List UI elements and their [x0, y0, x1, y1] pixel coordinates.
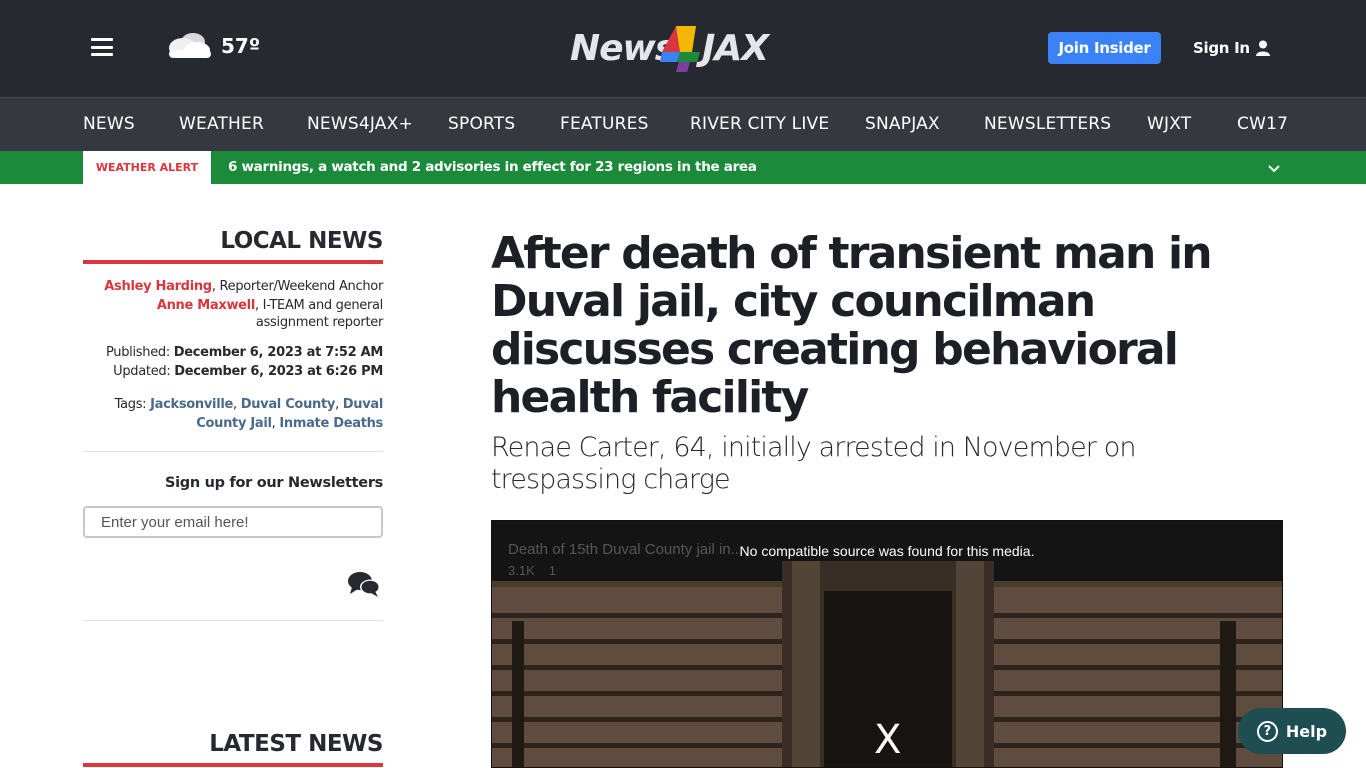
author-role: , I-TEAM and general assignment reporter: [255, 298, 383, 330]
nav-weather[interactable]: WEATHER: [179, 114, 264, 134]
sign-in-link[interactable]: Sign In: [1193, 36, 1270, 60]
section-title[interactable]: LOCAL NEWS: [83, 228, 384, 264]
nav-sports[interactable]: SPORTS: [448, 114, 515, 134]
weather-temperature: 57º: [221, 34, 261, 58]
byline-author: Anne Maxwell, I-TEAM and general assignm…: [83, 297, 383, 331]
comments-icon[interactable]: [347, 570, 381, 598]
newsletter-email-input[interactable]: [83, 506, 383, 538]
byline-author: Ashley Harding, Reporter/Weekend Anchor: [83, 278, 383, 295]
video-error-message: No compatible source was found for this …: [739, 543, 1035, 559]
help-button[interactable]: ? Help: [1238, 708, 1346, 754]
updated-date: December 6, 2023 at 6:26 PM: [174, 364, 383, 379]
latest-news-title[interactable]: LATEST NEWS: [83, 731, 384, 767]
weather-alert-tag: WEATHER ALERT: [83, 151, 211, 184]
cloudy-icon: [169, 33, 211, 58]
video-views: 3.1K: [508, 563, 535, 578]
svg-text:JAX: JAX: [696, 28, 771, 69]
author-link[interactable]: Ashley Harding: [104, 279, 212, 294]
nav-newsletters[interactable]: NEWSLETTERS: [984, 114, 1111, 134]
weather-alert-text[interactable]: 6 warnings, a watch and 2 advisories in …: [228, 159, 757, 175]
nav-cw17[interactable]: CW17: [1237, 114, 1288, 134]
weather-alert-bar[interactable]: WEATHER ALERT 6 warnings, a watch and 2 …: [0, 151, 1366, 184]
latest-news-section: LATEST NEWS: [83, 731, 384, 767]
article-dates: Published: December 6, 2023 at 7:52 AM U…: [83, 343, 383, 381]
published-date: December 6, 2023 at 7:52 AM: [173, 345, 384, 360]
article-header: After death of transient man in Duval ja…: [491, 230, 1283, 496]
news4jax-logo[interactable]: News JAX: [570, 22, 796, 74]
nav-river-city-live[interactable]: RIVER CITY LIVE: [690, 114, 829, 134]
svg-text:News: News: [570, 28, 676, 69]
newsletter-title: Sign up for our Newsletters: [164, 475, 383, 491]
join-insider-button[interactable]: Join Insider: [1048, 32, 1161, 64]
main-navigation: NEWS WEATHER NEWS4JAX+ SPORTS FEATURES R…: [0, 97, 1366, 151]
nav-features[interactable]: FEATURES: [560, 114, 649, 134]
menu-icon[interactable]: [91, 38, 113, 56]
chevron-down-icon[interactable]: [1266, 160, 1282, 176]
tags-label: Tags:: [114, 397, 151, 412]
site-header: 57º News JAX Join Insider Sign In: [0, 0, 1366, 97]
question-icon: ?: [1256, 720, 1278, 742]
sidebar-divider: [83, 620, 383, 621]
video-close-button[interactable]: X: [874, 717, 901, 763]
nav-wjxt[interactable]: WJXT: [1147, 114, 1191, 134]
article-subheadline: Renae Carter, 64, initially arrested in …: [491, 432, 1136, 495]
article-tags: Tags: Jacksonville, Duval County, Duval …: [83, 395, 383, 452]
tag-link[interactable]: Duval County: [241, 397, 336, 412]
article-headline: After death of transient man in Duval ja…: [491, 228, 1213, 423]
nav-news[interactable]: NEWS: [83, 114, 135, 134]
user-icon: [1255, 40, 1270, 56]
article-sidebar: LOCAL NEWS Ashley Harding, Reporter/Week…: [83, 228, 384, 621]
author-link[interactable]: Anne Maxwell: [157, 298, 255, 313]
weather-widget[interactable]: 57º: [163, 26, 260, 66]
tag-link[interactable]: Inmate Deaths: [279, 416, 383, 431]
author-role: , Reporter/Weekend Anchor: [211, 279, 383, 294]
video-likes: 1: [548, 563, 556, 578]
nav-snapjax[interactable]: SNAPJAX: [865, 114, 940, 134]
nav-news4jax-plus[interactable]: NEWS4JAX+: [307, 114, 413, 134]
published-label: Published:: [105, 345, 174, 360]
tag-link[interactable]: Jacksonville: [150, 397, 233, 412]
video-stats-overlay: 3.1K 1: [508, 563, 556, 578]
updated-label: Updated:: [113, 364, 175, 379]
sign-in-label: Sign In: [1193, 39, 1250, 57]
help-label: Help: [1285, 721, 1328, 741]
video-player[interactable]: Death of 15th Duval County jail in... 3.…: [491, 520, 1283, 768]
